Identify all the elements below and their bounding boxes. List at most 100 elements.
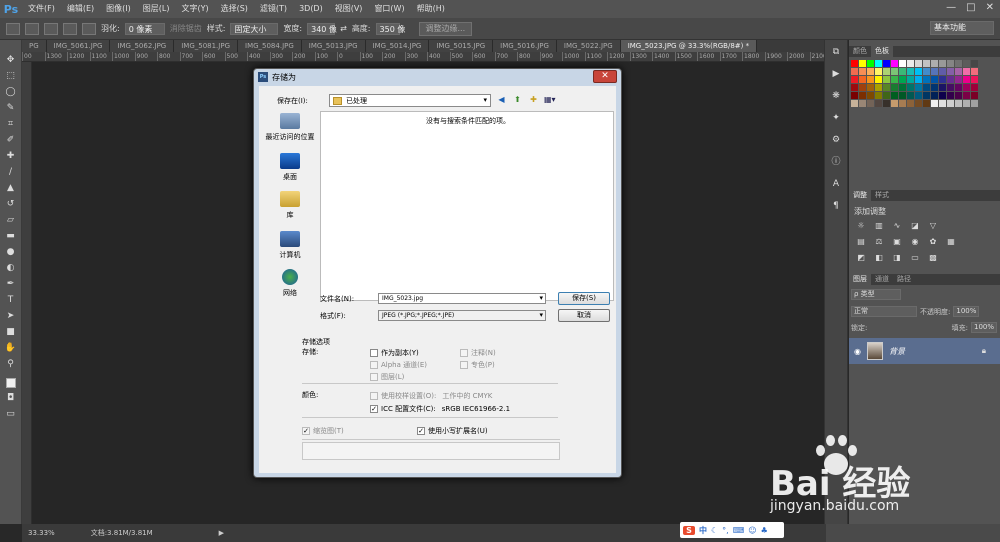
posterize-icon[interactable]: ◧: [873, 252, 885, 263]
selective-color-icon[interactable]: ▩: [927, 252, 939, 263]
vibrance-icon[interactable]: ▽: [927, 220, 939, 231]
color-swatch[interactable]: [955, 68, 962, 75]
status-menu-arrow-icon[interactable]: ▶: [219, 529, 224, 537]
pen-tool-icon[interactable]: ✒: [4, 278, 18, 290]
color-swatch[interactable]: [883, 76, 890, 83]
color-swatch[interactable]: [971, 84, 978, 91]
tab-swatches[interactable]: 色板: [871, 46, 893, 57]
color-balance-icon[interactable]: ⚖: [873, 236, 885, 247]
tab-color[interactable]: 颜色: [849, 46, 871, 57]
color-swatch[interactable]: [931, 84, 938, 91]
blur-tool-icon[interactable]: ●: [4, 246, 18, 258]
swap-icon[interactable]: ⇄: [340, 24, 347, 33]
color-swatch[interactable]: [923, 60, 930, 67]
color-swatch[interactable]: [931, 60, 938, 67]
brightness-icon[interactable]: ☼: [855, 220, 867, 231]
brush-tool-icon[interactable]: ∕: [4, 166, 18, 178]
color-swatch[interactable]: [947, 84, 954, 91]
gradient-map-icon[interactable]: ▭: [909, 252, 921, 263]
color-swatch[interactable]: [915, 100, 922, 107]
color-swatch[interactable]: [947, 76, 954, 83]
dialog-close-button[interactable]: ✕: [593, 70, 617, 83]
feather-input[interactable]: 0 像素: [124, 22, 165, 35]
lowercase-ext-checkbox[interactable]: ✓ 使用小写扩展名(U): [417, 426, 488, 436]
workspace-select[interactable]: 基本功能: [930, 21, 994, 35]
color-swatch[interactable]: [939, 76, 946, 83]
brush-settings-icon[interactable]: ❋: [829, 90, 843, 102]
maximize-button[interactable]: □: [966, 2, 975, 13]
color-swatch[interactable]: [851, 60, 858, 67]
color-swatch[interactable]: [971, 100, 978, 107]
color-swatch[interactable]: [875, 84, 882, 91]
color-swatch[interactable]: [915, 84, 922, 91]
color-swatch[interactable]: [963, 68, 970, 75]
color-swatch[interactable]: [931, 92, 938, 99]
invert-icon[interactable]: ◩: [855, 252, 867, 263]
color-swatch[interactable]: [939, 92, 946, 99]
color-swatch[interactable]: [923, 68, 930, 75]
place-desktop[interactable]: 桌面: [261, 153, 319, 182]
color-swatch[interactable]: [923, 76, 930, 83]
color-swatch[interactable]: [875, 60, 882, 67]
save-button[interactable]: 保存(S): [558, 292, 610, 305]
doc-tab[interactable]: IMG_5016.JPG: [493, 40, 557, 52]
exposure-icon[interactable]: ◪: [909, 220, 921, 231]
doc-tab[interactable]: IMG_5015.JPG: [429, 40, 494, 52]
hand-tool-icon[interactable]: ✋: [4, 342, 18, 354]
quick-select-tool-icon[interactable]: ✎: [4, 102, 18, 114]
format-select[interactable]: JPEG (*.JPG;*.JPEG;*.JPE) ▾: [378, 310, 546, 321]
crop-tool-icon[interactable]: ⌗: [4, 118, 18, 130]
color-swatch[interactable]: [899, 60, 906, 67]
color-swatch[interactable]: [899, 76, 906, 83]
quick-mask-icon[interactable]: ◘: [4, 392, 18, 404]
eraser-tool-icon[interactable]: ▱: [4, 214, 18, 226]
color-swatch[interactable]: [971, 68, 978, 75]
color-swatch[interactable]: [899, 100, 906, 107]
place-computer[interactable]: 计算机: [261, 231, 319, 260]
color-swatch[interactable]: [891, 60, 898, 67]
menu-filter[interactable]: 滤镜(T): [254, 0, 293, 18]
layers-checkbox[interactable]: 图层(L): [370, 372, 404, 382]
color-swatch[interactable]: [963, 76, 970, 83]
color-swatch[interactable]: [939, 100, 946, 107]
marquee-tool-icon[interactable]: ⬚: [4, 70, 18, 82]
color-swatch[interactable]: [867, 68, 874, 75]
gradient-tool-icon[interactable]: ▬: [4, 230, 18, 242]
foreground-color-swatch[interactable]: [5, 378, 16, 388]
minimize-button[interactable]: —: [946, 2, 956, 13]
tab-adjustments[interactable]: 调整: [849, 190, 871, 201]
color-swatch[interactable]: [875, 92, 882, 99]
menu-help[interactable]: 帮助(H): [411, 0, 451, 18]
color-swatch[interactable]: [907, 76, 914, 83]
spot-checkbox[interactable]: 专色(P): [460, 360, 495, 370]
color-swatch[interactable]: [939, 84, 946, 91]
dialog-titlebar[interactable]: Ps 存储为 ✕: [254, 69, 621, 85]
color-swatch[interactable]: [851, 100, 858, 107]
info-icon[interactable]: ⓘ: [829, 156, 843, 168]
menu-layer[interactable]: 图层(L): [137, 0, 176, 18]
opacity-input[interactable]: 100%: [953, 306, 980, 317]
color-swatch[interactable]: [875, 68, 882, 75]
color-swatch[interactable]: [931, 100, 938, 107]
color-swatch[interactable]: [915, 92, 922, 99]
sogou-logo-icon[interactable]: S: [683, 525, 695, 535]
doc-tab[interactable]: IMG_5084.JPG: [238, 40, 302, 52]
color-swatch[interactable]: [915, 60, 922, 67]
icc-checkbox[interactable]: ✓ ICC 配置文件(C): sRGB IEC61966-2.1: [370, 404, 510, 414]
threshold-icon[interactable]: ◨: [891, 252, 903, 263]
color-swatch[interactable]: [867, 92, 874, 99]
color-swatch[interactable]: [931, 68, 938, 75]
stamp-tool-icon[interactable]: ▲: [4, 182, 18, 194]
color-swatch[interactable]: [891, 68, 898, 75]
color-swatch[interactable]: [947, 68, 954, 75]
clone-source-icon[interactable]: ✦: [829, 112, 843, 124]
file-list[interactable]: 没有与搜索条件匹配的项。: [320, 111, 614, 301]
color-swatch[interactable]: [931, 76, 938, 83]
color-swatch[interactable]: [867, 84, 874, 91]
photo-filter-icon[interactable]: ◉: [909, 236, 921, 247]
filename-input[interactable]: IMG_5023.jpg ▾: [378, 293, 546, 304]
color-swatch[interactable]: [875, 76, 882, 83]
menu-file[interactable]: 文件(F): [22, 0, 61, 18]
color-swatch[interactable]: [947, 100, 954, 107]
new-selection-icon[interactable]: [25, 22, 39, 35]
